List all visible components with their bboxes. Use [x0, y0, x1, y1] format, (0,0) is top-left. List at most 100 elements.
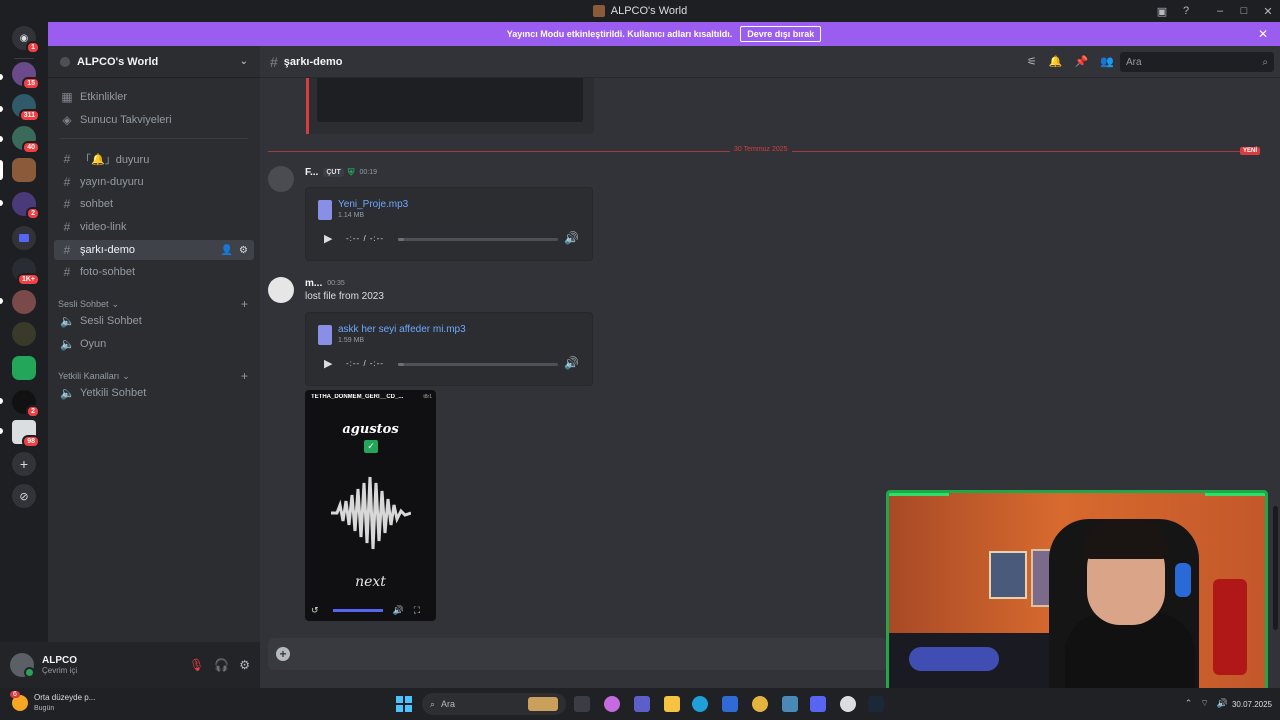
channel-foto-sohbet[interactable]: # foto-sohbet — [54, 262, 254, 282]
maximize-button[interactable]: □ — [1232, 0, 1256, 22]
window-title: ALPCO's World — [610, 5, 688, 17]
server-icon[interactable] — [12, 322, 36, 346]
mic-muted-icon[interactable]: 🎙 — [189, 658, 204, 672]
replay-icon[interactable]: ↺ — [311, 605, 319, 616]
chrome-icon[interactable] — [752, 696, 768, 712]
server-icon[interactable]: 2 — [12, 390, 40, 418]
server-icon[interactable]: 1K+ — [12, 258, 40, 286]
add-server-icon[interactable]: + — [12, 452, 36, 476]
hash-icon: # — [63, 265, 71, 279]
category-staff[interactable]: Yetkili Kanalları ⌄ + — [58, 369, 248, 383]
sidebar-item-events[interactable]: ▦ Etkinlikler — [54, 87, 254, 107]
server-tag: ÇUT — [323, 168, 344, 177]
server-icon[interactable]: 15 — [12, 62, 40, 90]
channel-yayin-duyuru[interactable]: # yayın-duyuru — [54, 172, 254, 192]
steam-icon[interactable] — [868, 696, 884, 712]
tray-chevron-icon[interactable]: ⌃ — [1185, 698, 1193, 709]
avatar[interactable] — [268, 166, 294, 192]
channel-duyuru[interactable]: # 「🔔」duyuru — [54, 149, 254, 169]
explore-icon[interactable]: ⊘ — [12, 484, 36, 508]
obs-icon[interactable] — [840, 696, 856, 712]
volume-icon[interactable]: 🔊 — [564, 356, 579, 370]
voice-channel-oyun[interactable]: 🔈 Oyun — [54, 334, 254, 354]
avatar[interactable] — [268, 277, 294, 303]
hash-icon: # — [270, 53, 278, 70]
seek-bar[interactable] — [398, 238, 558, 241]
server-badge: 98 — [22, 435, 40, 448]
volume-icon[interactable]: 🔊 — [564, 231, 579, 245]
video-progress[interactable] — [332, 608, 383, 612]
close-icon[interactable]: ✕ — [1258, 27, 1268, 41]
author-name[interactable]: F... — [305, 167, 318, 178]
weather-widget[interactable]: 6 Orta düzeyde p... Bugün — [10, 691, 95, 714]
file-explorer-icon[interactable] — [664, 696, 680, 712]
volume-icon[interactable]: 🔊 — [393, 605, 404, 616]
close-window-button[interactable]: ✕ — [1256, 0, 1280, 22]
category-voice[interactable]: Sesli Sohbet ⌄ + — [58, 297, 248, 311]
message-composer[interactable]: + — [268, 638, 888, 670]
search-input[interactable]: Ara ⌕ — [1120, 52, 1274, 72]
discord-icon[interactable] — [810, 696, 826, 712]
server-badge: 2 — [26, 405, 40, 418]
server-icon-active[interactable] — [12, 158, 36, 182]
title-bar: ALPCO's World ▣ ? – □ ✕ — [0, 0, 1280, 22]
channel-video-link[interactable]: # video-link — [54, 217, 254, 237]
bell-icon[interactable]: 🔔 — [1049, 55, 1063, 68]
help-icon[interactable]: ? — [1174, 0, 1198, 22]
start-button[interactable] — [396, 696, 412, 712]
pin-icon[interactable]: 📌 — [1075, 55, 1089, 68]
seek-bar[interactable] — [398, 363, 558, 366]
voice-channel-yetkili-sohbet[interactable]: 🔈 Yetkili Sohbet — [54, 383, 254, 403]
scrollbar[interactable] — [1273, 506, 1278, 630]
video-attachment[interactable]: TETHA_DONMEM_GERI__CD_... t8r1 agustos ✓… — [305, 390, 436, 621]
server-icon[interactable]: 40 — [12, 126, 40, 154]
file-name[interactable]: askk her seyi affeder mi.mp3 — [338, 324, 466, 335]
server-header[interactable]: ALPCO's World ⌄ — [48, 46, 260, 78]
voice-channel-sesli-sohbet[interactable]: 🔈 Sesli Sohbet — [54, 311, 254, 331]
disable-streamer-mode-button[interactable]: Devre dışı bırak — [740, 26, 822, 42]
hash-icon: # — [63, 197, 71, 211]
gear-icon[interactable]: ⚙ — [239, 658, 250, 672]
task-view-icon[interactable] — [574, 696, 590, 712]
add-channel-icon[interactable]: + — [241, 369, 248, 383]
user-status: Çevrim içi — [42, 666, 78, 675]
play-icon[interactable]: ▶ — [324, 232, 332, 245]
author-name[interactable]: m... — [305, 278, 322, 289]
audio-attachment: askk her seyi affeder mi.mp3 1.59 MB ▶ -… — [305, 312, 593, 386]
threads-icon[interactable]: ⚟ — [1027, 55, 1037, 68]
network-icon[interactable]: ⌔ — [1200, 698, 1208, 709]
copilot-icon[interactable] — [604, 696, 620, 712]
add-attachment-icon[interactable]: + — [276, 647, 290, 661]
server-icon[interactable]: 311 — [12, 94, 40, 122]
minimize-button[interactable]: – — [1208, 0, 1232, 22]
settings-icon[interactable] — [782, 696, 798, 712]
members-icon[interactable]: 👥 — [1100, 55, 1114, 68]
badge-icon: ⛨ — [347, 167, 355, 177]
edge-icon[interactable] — [692, 696, 708, 712]
folder-icon[interactable] — [12, 226, 36, 250]
shield-icon — [60, 56, 70, 67]
file-name[interactable]: Yeni_Proje.mp3 — [338, 199, 408, 210]
gear-icon[interactable]: ⚙ — [239, 245, 248, 256]
home-button[interactable]: ◉ 1 — [12, 26, 40, 54]
invite-icon[interactable]: 👤 — [221, 245, 233, 256]
add-channel-icon[interactable]: + — [241, 297, 248, 311]
server-icon[interactable]: 98 — [12, 420, 40, 448]
avatar[interactable] — [10, 653, 35, 678]
taskbar-date: 30.07.2025 — [1231, 700, 1272, 709]
message-header: m... 00:35 — [305, 278, 345, 289]
fullscreen-icon[interactable]: ⛶ — [414, 605, 420, 616]
play-icon[interactable]: ▶ — [324, 357, 332, 370]
store-icon[interactable] — [722, 696, 738, 712]
volume-icon[interactable]: 🔊 — [1217, 698, 1228, 709]
inbox-icon[interactable]: ▣ — [1150, 0, 1174, 22]
channel-sohbet[interactable]: # sohbet — [54, 194, 254, 214]
channel-sarki-demo[interactable]: # şarkı-demo 👤 ⚙ — [54, 240, 254, 260]
teams-icon[interactable] — [634, 696, 650, 712]
sidebar-item-boosts[interactable]: ◈ Sunucu Takviyeleri — [54, 110, 254, 130]
server-icon[interactable] — [12, 356, 36, 380]
server-icon[interactable]: 2 — [12, 192, 40, 220]
taskbar-search[interactable]: ⌕ Ara — [422, 693, 566, 715]
server-icon[interactable] — [12, 290, 36, 314]
headphones-icon[interactable]: 🎧 — [214, 658, 229, 672]
